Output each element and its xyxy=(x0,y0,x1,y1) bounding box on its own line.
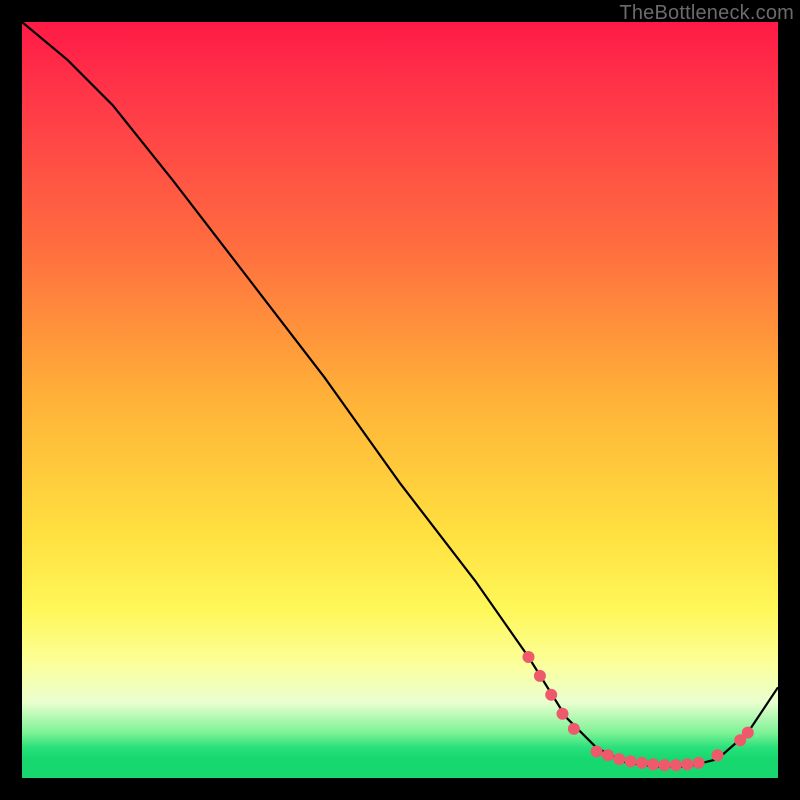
curve-marker xyxy=(681,758,693,770)
curve-layer xyxy=(22,22,778,778)
curve-marker xyxy=(591,746,603,758)
curve-marker xyxy=(659,759,671,771)
curve-marker xyxy=(647,758,659,770)
curve-marker xyxy=(625,755,637,767)
curve-marker xyxy=(602,749,614,761)
curve-marker xyxy=(545,689,557,701)
curve-marker xyxy=(742,727,754,739)
plot-area xyxy=(22,22,778,778)
curve-markers xyxy=(523,651,754,771)
curve-marker xyxy=(557,708,569,720)
chart-frame: TheBottleneck.com xyxy=(0,0,800,800)
curve-marker xyxy=(712,749,724,761)
curve-marker xyxy=(568,723,580,735)
curve-marker xyxy=(534,670,546,682)
curve-marker xyxy=(613,753,625,765)
curve-marker xyxy=(523,651,535,663)
curve-marker xyxy=(636,757,648,769)
curve-marker xyxy=(670,759,682,771)
bottleneck-curve xyxy=(22,22,778,767)
curve-marker xyxy=(693,757,705,769)
watermark-text: TheBottleneck.com xyxy=(619,2,794,25)
